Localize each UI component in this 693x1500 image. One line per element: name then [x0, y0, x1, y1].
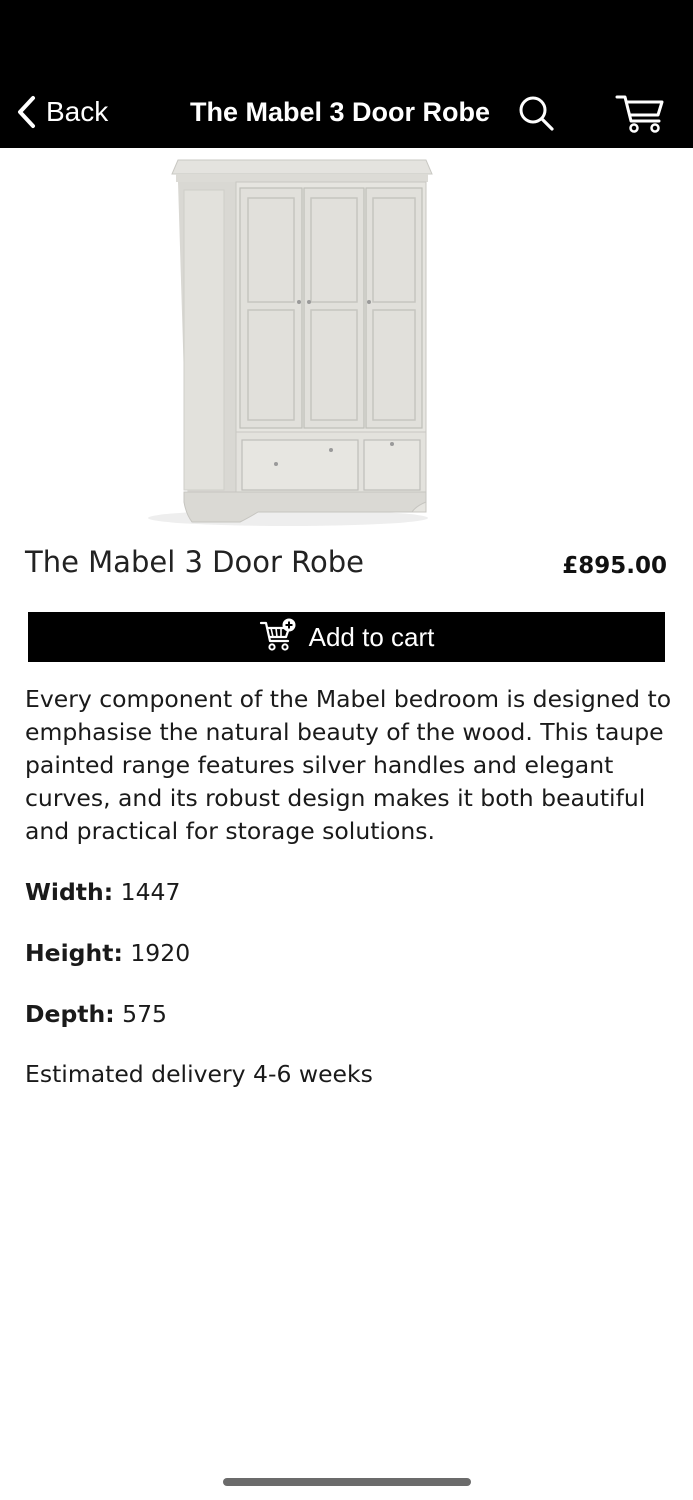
spec-width-label: Width:	[25, 878, 114, 906]
back-button[interactable]: Back	[16, 93, 108, 131]
home-indicator[interactable]	[223, 1478, 471, 1486]
product-description: Every component of the Mabel bedroom is …	[25, 685, 672, 845]
cart-plus-icon	[259, 618, 309, 656]
product-price: £895.00	[562, 553, 667, 579]
search-button[interactable]	[516, 93, 556, 133]
back-label: Back	[46, 96, 109, 127]
spec-width-value: 1447	[120, 878, 181, 906]
add-to-cart-label: Add to cart	[308, 621, 435, 652]
page-title: The Mabel 3 Door Robe	[189, 97, 491, 127]
spec-depth: Depth: 575	[25, 997, 167, 1031]
spec-depth-label: Depth:	[25, 1000, 115, 1028]
product-name: The Mabel 3 Door Robe	[25, 545, 364, 579]
spec-depth-value: 575	[122, 1000, 167, 1028]
wardrobe-image	[126, 150, 446, 528]
delivery-estimate: Estimated delivery 4-6 weeks	[25, 1060, 373, 1088]
spec-height-label: Height:	[25, 939, 123, 967]
cart-icon	[614, 95, 666, 139]
spec-width: Width: 1447	[25, 875, 180, 909]
cart-button[interactable]	[614, 91, 666, 135]
navigation-bar: Back The Mabel 3 Door Robe	[0, 75, 693, 148]
chevron-left-icon	[16, 95, 36, 129]
add-to-cart-button[interactable]: Add to cart	[28, 612, 665, 662]
status-bar	[0, 0, 693, 75]
spec-height-value: 1920	[130, 939, 191, 967]
spec-height: Height: 1920	[25, 936, 190, 970]
search-icon	[516, 96, 556, 137]
